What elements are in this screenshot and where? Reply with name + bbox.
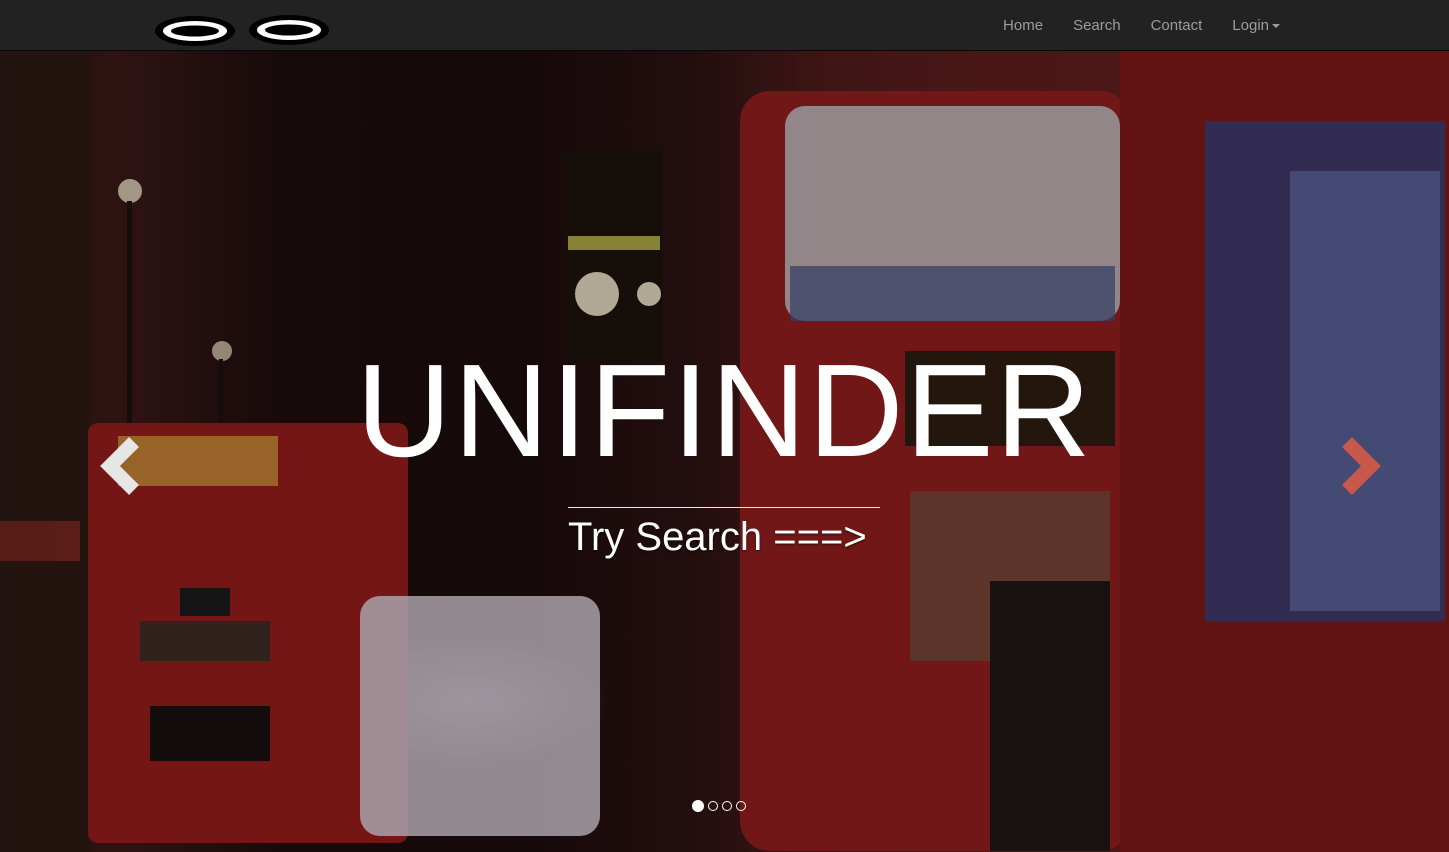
brand-logo[interactable] [153, 15, 333, 47]
nav-contact[interactable]: Contact [1136, 0, 1218, 51]
nav-search-label: Search [1073, 17, 1121, 34]
hero-title: UNIFINDER [356, 337, 1093, 484]
carousel-indicator-1[interactable] [692, 800, 704, 812]
hero-carousel: UNIFINDER Try Search ===> [0, 51, 1449, 852]
chevron-right-icon [1342, 437, 1381, 495]
nav-login-dropdown[interactable]: Login [1217, 0, 1295, 51]
chevron-left-icon [100, 437, 139, 495]
nav-search[interactable]: Search [1058, 0, 1136, 51]
navbar: Home Search Contact Login [0, 0, 1449, 51]
carousel-indicator-2[interactable] [708, 801, 718, 811]
page: Home Search Contact Login UNIFINDER Try … [0, 0, 1449, 852]
goggles-logo-icon [155, 15, 329, 46]
hero-divider [568, 507, 880, 508]
nav-links: Home Search Contact Login [988, 0, 1449, 51]
nav-home-label: Home [1003, 17, 1044, 34]
nav-login-label: Login [1232, 17, 1269, 34]
nav-contact-label: Contact [1150, 17, 1203, 34]
nav-home[interactable]: Home [988, 0, 1058, 51]
try-search-link[interactable]: Try Search ===> [568, 513, 888, 561]
caret-down-icon [1272, 23, 1280, 28]
carousel-indicator-4[interactable] [736, 801, 746, 811]
carousel-indicator-3[interactable] [722, 801, 732, 811]
carousel-prev-button[interactable] [100, 436, 150, 496]
carousel-next-button[interactable] [1333, 436, 1383, 496]
carousel-indicators [692, 800, 746, 812]
